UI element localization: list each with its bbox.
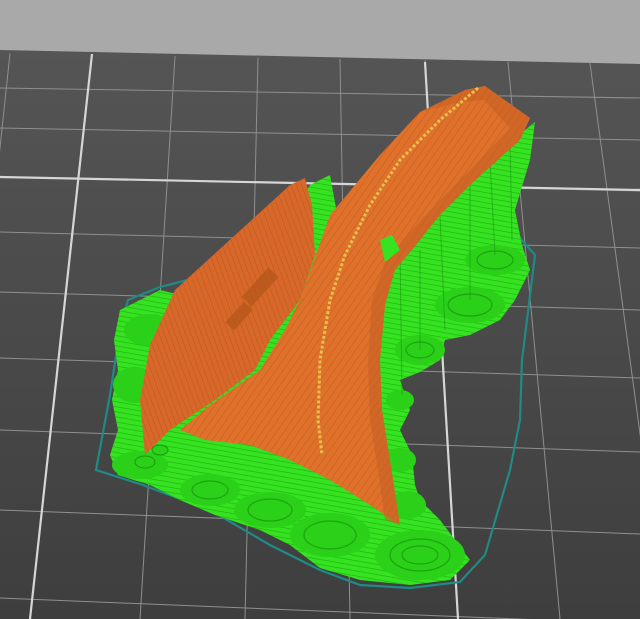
3d-viewport[interactable] bbox=[0, 0, 640, 619]
print-bed-scene bbox=[0, 50, 640, 619]
